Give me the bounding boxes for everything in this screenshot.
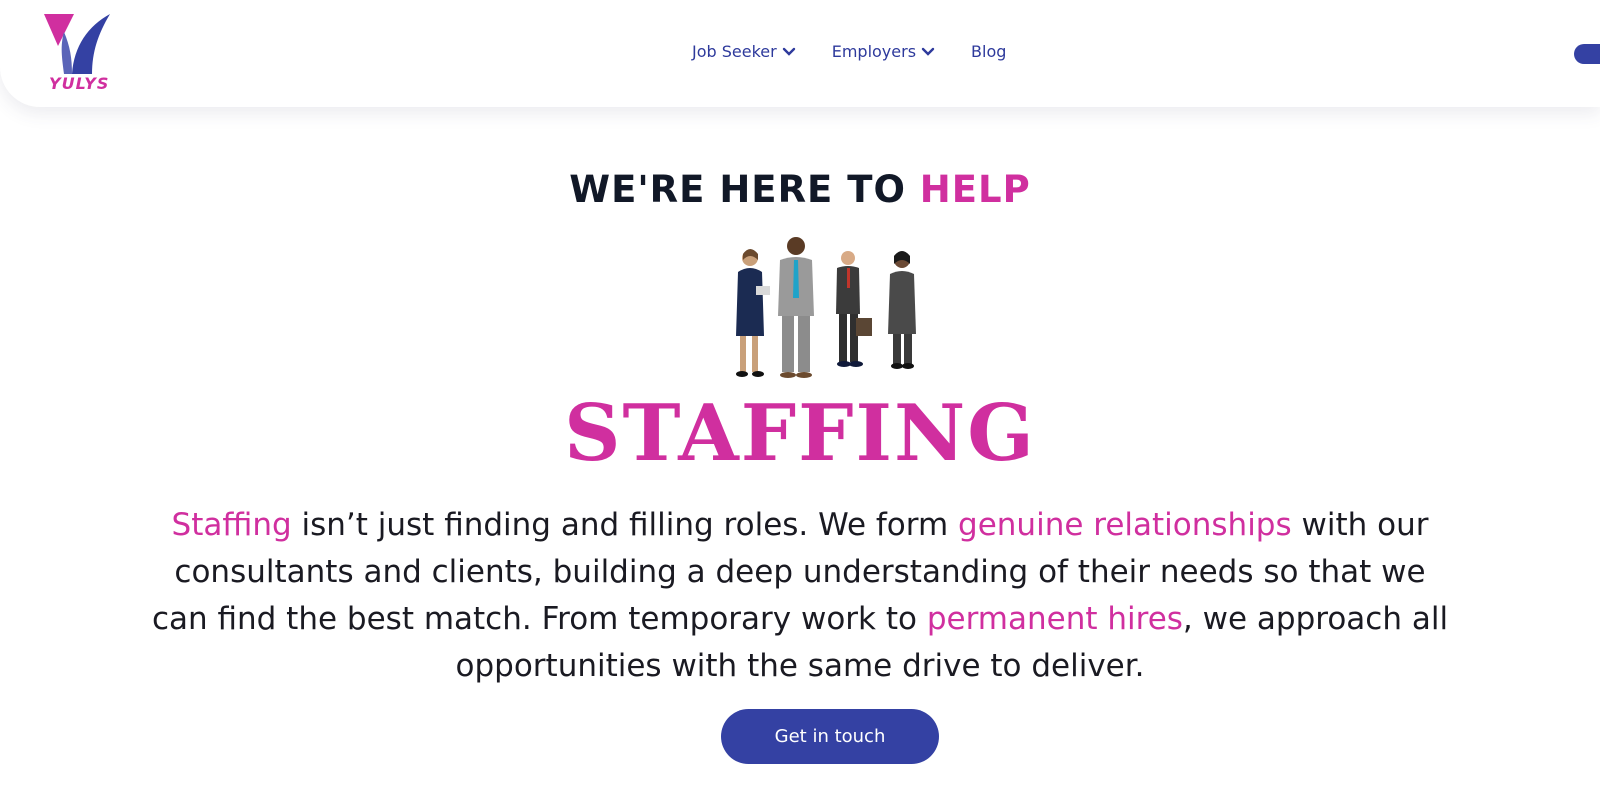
person-woman-dark — [888, 251, 916, 369]
chevron-down-icon — [782, 47, 795, 56]
yulys-logo-icon — [44, 14, 110, 74]
hero-paragraph-text: isn’t just finding and filling roles. We… — [291, 507, 959, 543]
hero-paragraph-highlight: Staffing — [171, 507, 292, 543]
get-in-touch-button[interactable]: Get in touch — [721, 709, 939, 764]
person-man-grey — [778, 237, 814, 378]
chevron-down-icon — [921, 47, 935, 56]
hero-title-accent: HELP — [919, 168, 1031, 211]
site-header: YULYS Job Seeker Employers Blog — [0, 0, 1600, 107]
nav-item-job-seeker[interactable]: Job Seeker — [692, 42, 796, 61]
hero-title: WE'RE HERE TO HELP — [0, 168, 1600, 211]
business-people-illustration — [736, 237, 916, 378]
nav-item-label: Job Seeker — [692, 42, 777, 61]
logo[interactable]: YULYS — [44, 12, 114, 94]
person-man-briefcase — [836, 251, 872, 367]
hero-big-word: STAFFING — [564, 388, 1036, 479]
hero-paragraph-highlight: permanent hires — [926, 601, 1183, 637]
main-nav: Job Seeker Employers Blog — [692, 42, 1006, 61]
hero-paragraph-highlight: genuine relationships — [958, 507, 1292, 543]
nav-item-label: Employers — [831, 42, 917, 61]
hero-title-prefix: WE'RE HERE TO — [569, 168, 920, 211]
header-action-button[interactable] — [1574, 44, 1600, 64]
person-woman-navy — [736, 249, 770, 377]
nav-item-blog[interactable]: Blog — [971, 42, 1006, 61]
logo-text: YULYS — [49, 74, 110, 93]
nav-item-label: Blog — [971, 42, 1007, 61]
nav-item-employers[interactable]: Employers — [832, 42, 935, 61]
hero-paragraph: Staffing isn’t just finding and filling … — [150, 502, 1450, 690]
page: YULYS Job Seeker Employers Blog WE'RE HE… — [0, 0, 1600, 787]
